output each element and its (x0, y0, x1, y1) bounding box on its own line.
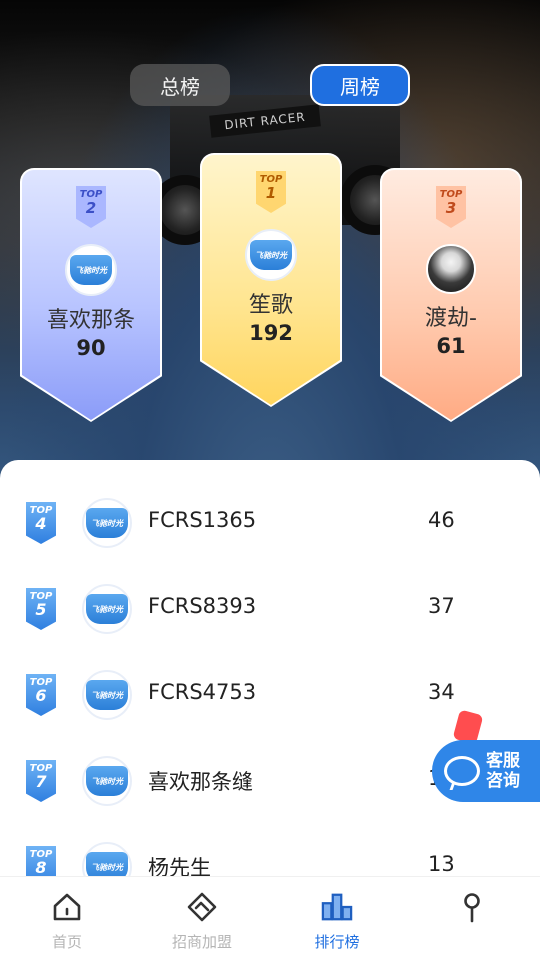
tab-weekly-ranking[interactable]: 周榜 (310, 64, 410, 106)
list-item-score: 46 (428, 508, 455, 532)
home-icon (51, 891, 83, 923)
avatar: 飞驰时光 (82, 498, 132, 548)
tab-home[interactable]: 首页 (17, 891, 117, 952)
rank-badge: TOP 2 (76, 186, 106, 228)
list-item-name: 喜欢那条缝 (148, 770, 253, 794)
avatar: 飞驰时光 (82, 584, 132, 634)
podium-score: 90 (76, 336, 106, 360)
podium-name: 喜欢那条 (46, 308, 135, 333)
brand-logo-icon: 飞驰时光 (86, 680, 128, 710)
list-item-name: FCRS8393 (148, 594, 257, 618)
podium-card-rank-3[interactable]: TOP 3 渡劫- 61 (382, 170, 520, 420)
avatar (426, 244, 476, 294)
tab-label: 排行榜 (314, 933, 360, 951)
podium-score: 61 (436, 334, 466, 358)
rank-badge: TOP 3 (436, 186, 466, 228)
brand-logo-icon: 飞驰时光 (250, 240, 292, 270)
ranking-list[interactable]: TOP 4 飞驰时光 FCRS1365 46 TOP 5 飞驰时光 FCRS83… (0, 460, 540, 880)
brand-logo-icon: 飞驰时光 (86, 766, 128, 796)
list-item-score: 34 (428, 680, 455, 704)
handshake-icon (186, 891, 218, 923)
avatar: 飞驰时光 (82, 670, 132, 720)
podium-name: 渡劫- (425, 306, 477, 331)
list-item-score: 37 (428, 594, 455, 618)
list-item[interactable]: TOP 8 飞驰时光 杨先生 13 (0, 824, 540, 880)
rank-badge: TOP 4 (26, 502, 56, 544)
bottom-tab-bar: 首页 招商加盟 排行榜 (0, 876, 540, 960)
brand-logo-icon: 飞驰时光 (86, 508, 128, 538)
rank-badge: TOP 6 (26, 674, 56, 716)
rank-badge: TOP 8 (26, 846, 56, 880)
podium-card-rank-1[interactable]: TOP 1 飞驰时光 笙歌 192 (202, 155, 340, 405)
brand-logo-icon: 飞驰时光 (70, 255, 112, 285)
podium-score: 192 (249, 321, 293, 345)
avatar: 飞驰时光 (65, 244, 117, 296)
tab-label: 首页 (51, 933, 82, 951)
podium-name: 笙歌 (248, 293, 293, 318)
list-item[interactable]: TOP 4 飞驰时光 FCRS1365 46 (0, 480, 540, 566)
ranking-icon (321, 891, 353, 923)
tab-profile[interactable] (422, 891, 522, 931)
tab-label: 招商加盟 (171, 933, 232, 951)
list-item-name: FCRS1365 (148, 508, 257, 532)
brand-logo-icon: 飞驰时光 (86, 594, 128, 624)
tab-ranking[interactable]: 排行榜 (287, 891, 387, 952)
list-item-name: FCRS4753 (148, 680, 257, 704)
rank-badge: TOP 1 (256, 171, 286, 213)
customer-service-button[interactable]: 客服咨询 (432, 740, 540, 802)
rank-badge: TOP 7 (26, 760, 56, 802)
podium-card-rank-2[interactable]: TOP 2 飞驰时光 喜欢那条 90 (22, 170, 160, 420)
rank-badge: TOP 5 (26, 588, 56, 630)
tab-total-ranking[interactable]: 总榜 (130, 64, 230, 106)
avatar: 飞驰时光 (82, 842, 132, 880)
customer-service-label: 客服咨询 (486, 751, 520, 791)
list-item[interactable]: TOP 5 飞驰时光 FCRS8393 37 (0, 566, 540, 652)
list-item-score: 13 (428, 852, 455, 876)
avatar: 飞驰时光 (82, 756, 132, 806)
avatar: 飞驰时光 (245, 229, 297, 281)
profile-icon (456, 891, 488, 923)
tab-franchise[interactable]: 招商加盟 (152, 891, 252, 952)
chat-icon (444, 756, 480, 786)
